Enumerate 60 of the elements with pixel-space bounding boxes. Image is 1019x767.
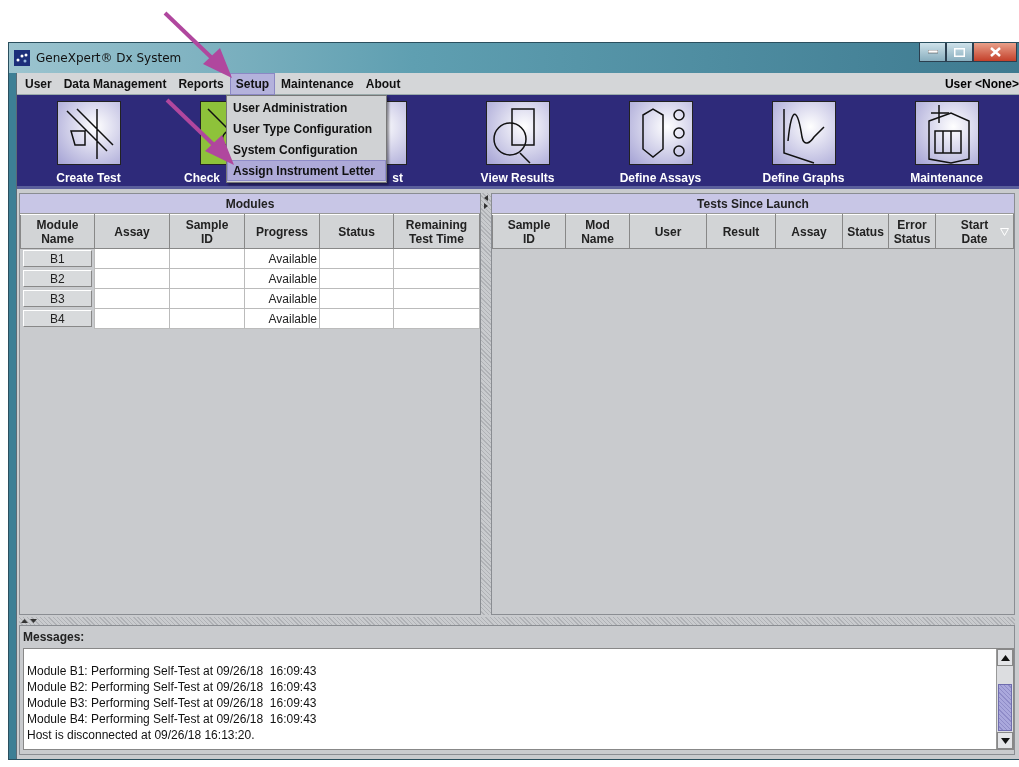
column-header[interactable]: Assay [94, 214, 170, 249]
toolbar-label[interactable]: Maintenance [875, 171, 1018, 185]
column-header[interactable]: Progress [244, 214, 320, 249]
toolbar-label[interactable]: View Results [446, 171, 589, 185]
collapse-arrows-icon [483, 195, 489, 209]
column-header[interactable]: Module Name [20, 214, 95, 249]
message-line: Module B3: Performing Self-Test at 09/26/18 16:09:43 [27, 695, 318, 711]
toolbar-label[interactable]: Create Test [17, 171, 160, 185]
column-header[interactable]: Result [706, 214, 776, 249]
menu-item[interactable]: Setup [229, 72, 276, 95]
menu-option[interactable]: System Configuration [227, 139, 386, 160]
menu-item[interactable]: About [359, 72, 407, 95]
toolbar-label[interactable]: Define Graphs [732, 171, 875, 185]
column-header[interactable]: Start Date [935, 214, 1014, 249]
toolbar-label[interactable]: Define Assays [589, 171, 732, 185]
module-button[interactable]: B4 [22, 310, 92, 327]
module-button[interactable]: B3 [22, 290, 92, 307]
column-header[interactable]: Sample ID [492, 214, 566, 249]
panel-title: Modules [20, 194, 480, 214]
message-line: Module B4: Performing Self-Test at 09/26/18 16:09:43 [27, 711, 318, 727]
scrollbar[interactable] [996, 649, 1013, 749]
message-line: Module B2: Performing Self-Test at 09/26/18 16:09:43 [27, 679, 318, 695]
maximize-button[interactable] [946, 43, 973, 62]
message-line: Host is disconnected at 09/26/18 16:13:20. [27, 727, 256, 743]
column-header[interactable]: Assay [775, 214, 843, 249]
column-header[interactable]: Status [319, 214, 394, 249]
graph-pencil-icon [771, 101, 836, 165]
window-title: GeneXpert® Dx System [36, 51, 183, 65]
magnifier-icon [485, 101, 550, 165]
panel-title: Tests Since Launch [492, 194, 1014, 214]
messages-title: Messages: [23, 629, 86, 646]
menu-option[interactable]: Assign Instrument Letter [227, 160, 386, 181]
menu-item[interactable]: Data Management [57, 72, 173, 95]
menu-item[interactable]: Maintenance [275, 72, 360, 95]
minimize-button[interactable] [919, 43, 946, 62]
column-header[interactable]: Error Status [888, 214, 936, 249]
up-arrow-icon [1000, 654, 1010, 661]
close-button[interactable] [973, 43, 1017, 62]
column-header[interactable]: Status [842, 214, 889, 249]
maximize-icon [954, 47, 965, 57]
column-header[interactable]: Sample ID [169, 214, 245, 249]
down-arrow-icon [1000, 737, 1010, 744]
column-header[interactable]: Mod Name [565, 214, 630, 249]
up-arrow-icon [21, 619, 28, 623]
menu-item[interactable]: User [19, 72, 58, 95]
app-logo-icon [14, 50, 30, 66]
module-button[interactable]: B2 [22, 270, 92, 287]
minimize-icon [927, 50, 938, 54]
menu-item[interactable]: Reports [172, 72, 230, 95]
column-header[interactable]: User [629, 214, 707, 249]
current-user-label: User <None> [944, 76, 1019, 91]
menu-option[interactable]: User Type Configuration [227, 118, 386, 139]
down-arrow-icon [30, 619, 37, 623]
close-icon [989, 47, 1001, 57]
message-line: Module B1: Performing Self-Test at 09/26/18 16:09:43 [27, 663, 318, 679]
annotation-arrow [165, 98, 234, 165]
module-button[interactable]: B1 [22, 250, 92, 268]
cartridge-steps-icon [628, 101, 693, 165]
column-header[interactable]: Remaining Test Time [393, 214, 480, 249]
menu-option[interactable]: User Administration [227, 97, 386, 118]
